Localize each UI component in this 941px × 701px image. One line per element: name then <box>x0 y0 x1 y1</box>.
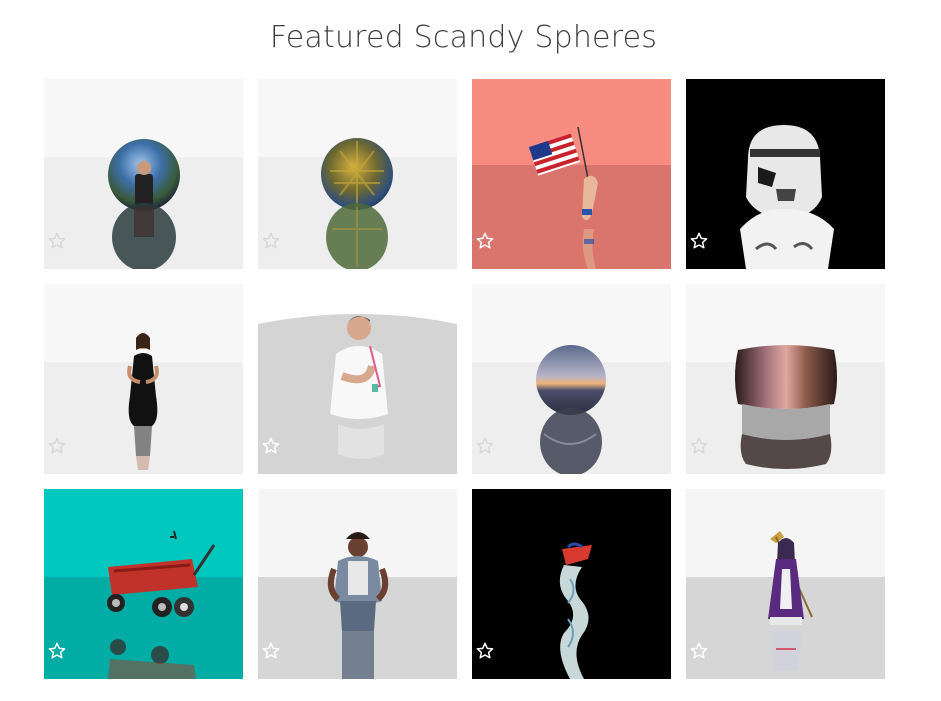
favorite-star-icon[interactable] <box>261 436 281 456</box>
sphere-card[interactable] <box>686 489 885 679</box>
sphere-card[interactable] <box>472 79 671 269</box>
sphere-card[interactable] <box>44 79 243 269</box>
sphere-thumbnail <box>258 79 457 269</box>
featured-spheres-grid <box>44 79 885 679</box>
favorite-star-icon[interactable] <box>261 231 281 251</box>
favorite-star-icon[interactable] <box>689 436 709 456</box>
sphere-thumbnail <box>686 79 885 269</box>
sphere-card[interactable] <box>44 284 243 474</box>
sphere-thumbnail <box>686 489 885 679</box>
sphere-card[interactable] <box>472 489 671 679</box>
sphere-card[interactable] <box>258 79 457 269</box>
favorite-star-icon[interactable] <box>47 436 67 456</box>
sphere-thumbnail <box>258 284 457 474</box>
sphere-thumbnail <box>472 489 671 679</box>
favorite-star-icon[interactable] <box>689 641 709 661</box>
sphere-card[interactable] <box>258 284 457 474</box>
favorite-star-icon[interactable] <box>261 641 281 661</box>
sphere-thumbnail <box>44 489 243 679</box>
sphere-thumbnail <box>258 489 457 679</box>
sphere-card[interactable] <box>258 489 457 679</box>
sphere-card[interactable] <box>686 284 885 474</box>
favorite-star-icon[interactable] <box>47 641 67 661</box>
sphere-thumbnail <box>686 284 885 474</box>
favorite-star-icon[interactable] <box>475 436 495 456</box>
sphere-card[interactable] <box>686 79 885 269</box>
sphere-card[interactable] <box>44 489 243 679</box>
favorite-star-icon[interactable] <box>475 641 495 661</box>
sphere-thumbnail <box>44 284 243 474</box>
favorite-star-icon[interactable] <box>475 231 495 251</box>
favorite-star-icon[interactable] <box>689 231 709 251</box>
favorite-star-icon[interactable] <box>47 231 67 251</box>
sphere-card[interactable] <box>472 284 671 474</box>
sphere-thumbnail <box>44 79 243 269</box>
sphere-thumbnail <box>472 79 671 269</box>
page-title: Featured Scandy Spheres <box>269 20 658 55</box>
sphere-thumbnail <box>472 284 671 474</box>
